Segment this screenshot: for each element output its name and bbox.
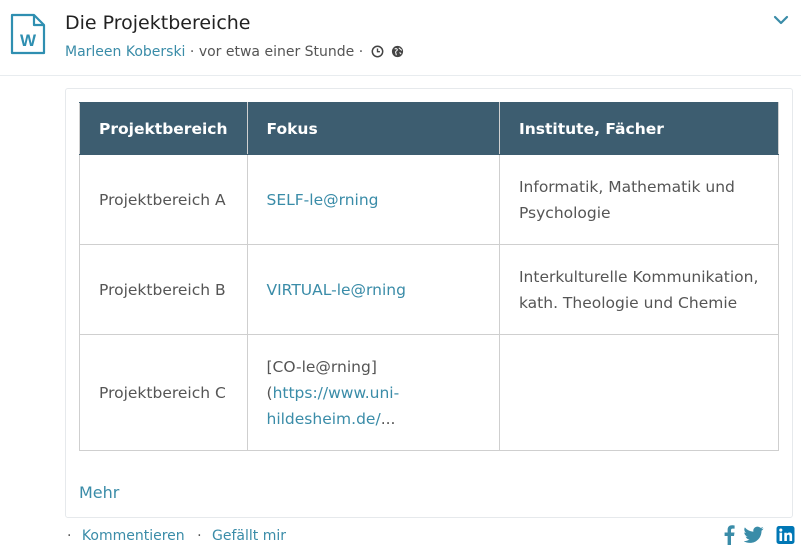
area-cell: Projektbereich B xyxy=(79,244,248,335)
area-cell: Projektbereich C xyxy=(79,334,248,451)
comment-link[interactable]: Kommentieren xyxy=(82,528,185,544)
table-header-row: Projektbereich Fokus Institute, Fächer xyxy=(79,102,780,155)
column-header: Fokus xyxy=(246,102,500,155)
globe-icon xyxy=(392,45,404,58)
meta-separator: · xyxy=(189,44,195,60)
area-cell: Projektbereich A xyxy=(79,154,248,245)
doc-icon-letter: W xyxy=(20,31,37,50)
action-separator: · xyxy=(197,528,202,544)
linkedin-icon[interactable] xyxy=(776,525,795,545)
focus-cell: VIRTUAL-le@rning xyxy=(246,244,500,335)
post-title: Die Projektbereiche xyxy=(65,12,251,34)
twitter-icon[interactable] xyxy=(744,525,764,545)
column-header: Projektbereich xyxy=(79,102,248,155)
project-areas-table: Projektbereich Fokus Institute, Fächer P… xyxy=(79,102,780,451)
table-row: Projektbereich A SELF-le@rning Informati… xyxy=(79,154,780,245)
institutes-cell: Informatik, Mathematik und Psychologie xyxy=(498,154,780,245)
table-row: Projektbereich B VIRTUAL-le@rning Interk… xyxy=(79,244,780,335)
clock-icon xyxy=(371,45,384,58)
column-header: Institute, Fächer xyxy=(498,102,780,155)
word-document-icon: W xyxy=(10,13,46,55)
facebook-icon[interactable] xyxy=(723,525,735,545)
more-link[interactable]: Mehr xyxy=(79,483,119,503)
post-actions: · Kommentieren · Gefällt mir xyxy=(67,527,286,545)
focus-ellipsis: ... xyxy=(380,409,396,428)
focus-link[interactable]: VIRTUAL-le@rning xyxy=(267,281,406,299)
author-link[interactable]: Marleen Koberski xyxy=(65,44,185,60)
table-row: Projektbereich C [CO-le@rning] (https://… xyxy=(79,334,780,451)
post-header: W Die Projektbereiche Marleen Koberski ·… xyxy=(0,0,801,76)
action-separator: · xyxy=(67,528,72,544)
institutes-cell: Interkulturelle Kommunikation, kath. The… xyxy=(498,244,780,335)
post-time: vor etwa einer Stunde xyxy=(198,44,355,60)
focus-url-link[interactable]: https://www.uni-hildesheim.de/ xyxy=(267,384,400,428)
meta-separator: · xyxy=(358,44,364,60)
focus-cell: SELF-le@rning xyxy=(246,154,500,245)
focus-cell: [CO-le@rning] (https://www.uni-hildeshei… xyxy=(246,334,500,451)
like-link[interactable]: Gefällt mir xyxy=(212,528,286,544)
chevron-down-icon[interactable] xyxy=(773,14,789,26)
post-meta: Marleen Koberski · vor etwa einer Stunde… xyxy=(65,43,404,61)
institutes-cell xyxy=(498,334,780,451)
focus-link[interactable]: SELF-le@rning xyxy=(267,191,379,209)
